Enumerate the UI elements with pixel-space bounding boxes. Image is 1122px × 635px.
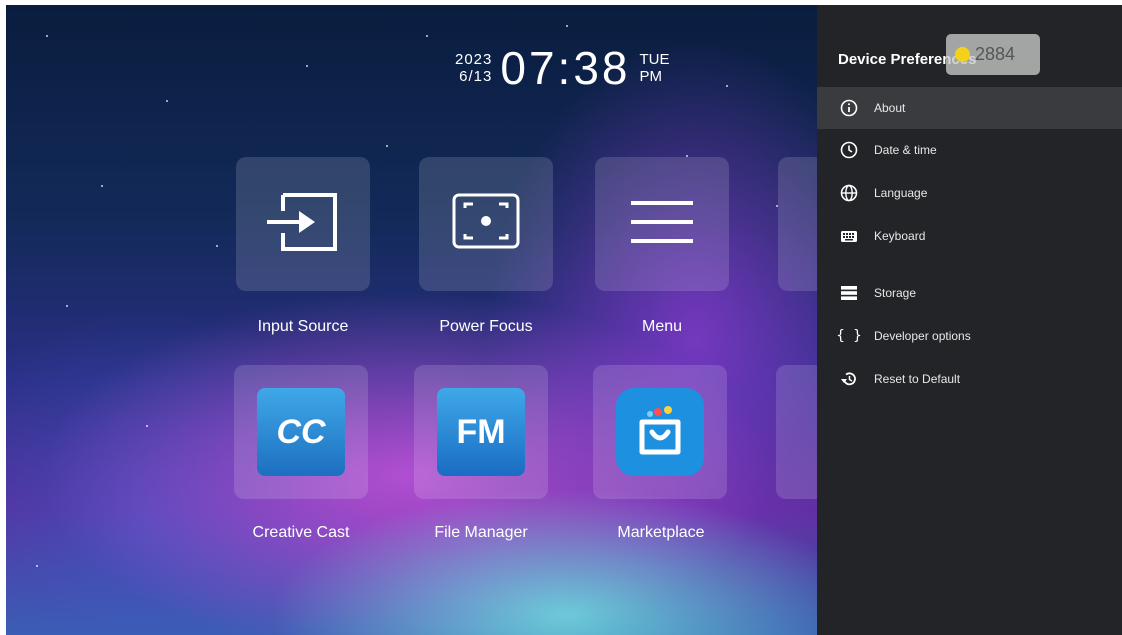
globe-icon [839, 183, 859, 203]
overlay-counter: 2884 [946, 34, 1040, 75]
indicator-dot [955, 47, 970, 62]
app-tile-creative-cast[interactable]: CC [234, 365, 368, 499]
keyboard-icon [839, 226, 859, 246]
app-label-file-manager: File Manager [434, 524, 528, 541]
marketplace-icon [616, 388, 704, 476]
app-tile-menu[interactable] [595, 157, 729, 291]
file-manager-icon: FM [437, 388, 525, 476]
menu-label-storage: Storage [874, 286, 917, 300]
app-label-marketplace: Marketplace [617, 524, 705, 541]
app-tile-input-source[interactable] [236, 157, 370, 291]
input-source-icon [263, 187, 343, 262]
menu-label-reset-to-default: Reset to Default [874, 372, 961, 386]
menu-item-date-time[interactable]: Date & time [817, 129, 1122, 171]
reset-icon [839, 369, 859, 389]
clock-date: 6/13 [459, 68, 493, 85]
menu-item-developer-options[interactable]: { } Developer options [817, 315, 1122, 357]
app-label-input-source: Input Source [257, 318, 349, 335]
app-label-creative-cast: Creative Cast [252, 524, 350, 541]
app-tile-power-focus[interactable] [419, 157, 553, 291]
device-preferences-panel: Device Preferences About Date & time Lan… [817, 5, 1122, 635]
clock-period: PM [639, 68, 663, 85]
app-label-power-focus: Power Focus [439, 318, 533, 335]
menu-item-keyboard[interactable]: Keyboard [817, 215, 1122, 257]
menu-item-about[interactable]: About [817, 87, 1122, 129]
power-focus-icon [451, 192, 521, 257]
clock-icon [839, 140, 859, 160]
app-label-menu: Menu [641, 318, 683, 335]
storage-icon [839, 283, 859, 303]
menu-label-language: Language [874, 186, 928, 200]
braces-icon: { } [836, 328, 862, 344]
menu-item-storage[interactable]: Storage [817, 272, 1122, 314]
menu-label-developer-options: Developer options [874, 329, 971, 343]
menu-item-reset-to-default[interactable]: Reset to Default [817, 358, 1122, 400]
overlay-counter-value: 2884 [975, 44, 1016, 64]
menu-item-language[interactable]: Language [817, 172, 1122, 214]
menu-label-date-time: Date & time [874, 143, 937, 157]
info-icon [839, 98, 859, 118]
creative-cast-icon: CC [257, 388, 345, 476]
menu-label-keyboard: Keyboard [874, 229, 926, 243]
clock-weekday: TUE [639, 51, 670, 68]
clock-year: 2023 [455, 51, 493, 68]
clock-time: 07:38 [500, 42, 631, 94]
app-tile-file-manager[interactable]: FM [414, 365, 548, 499]
clock-widget: 2023 6/13 07:38 TUE PM [455, 44, 670, 92]
menu-label-about: About [874, 101, 906, 115]
app-tile-marketplace[interactable] [593, 365, 727, 499]
menu-icon [627, 197, 697, 252]
